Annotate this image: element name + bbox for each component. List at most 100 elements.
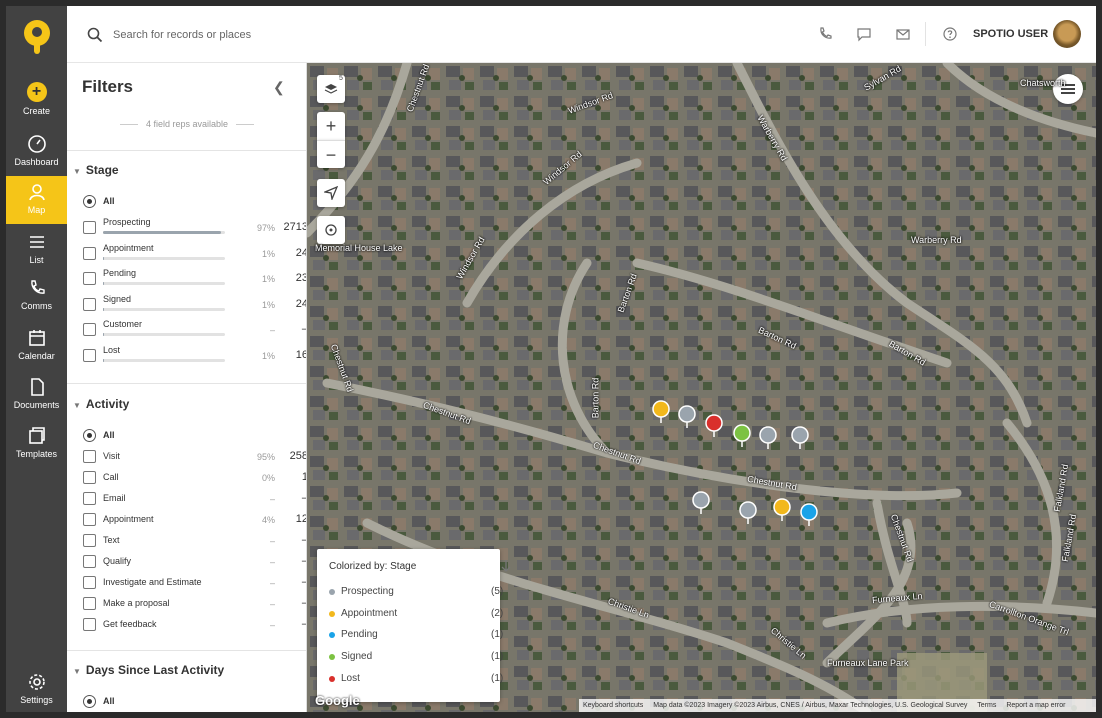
- rail-dashboard-label: Dashboard: [14, 157, 59, 167]
- checkbox[interactable]: [83, 348, 96, 362]
- radio-selected[interactable]: [83, 429, 96, 442]
- activity-option[interactable]: Text ––: [83, 533, 306, 549]
- stage-option[interactable]: Signed 1% 24: [83, 294, 306, 313]
- map-pin[interactable]: [791, 426, 809, 450]
- rail-settings[interactable]: Settings: [6, 666, 67, 712]
- map-street-label: Chatsworth: [1020, 78, 1066, 88]
- chat-icon[interactable]: [856, 26, 872, 42]
- navigation-arrow-icon: [322, 185, 339, 202]
- activity-option[interactable]: Make a proposal ––: [83, 596, 306, 612]
- map-pin[interactable]: [739, 501, 757, 525]
- map-pin[interactable]: [652, 400, 670, 424]
- activity-section-header[interactable]: ▼ Activity: [73, 397, 129, 411]
- stage-option[interactable]: Customer ––: [83, 319, 306, 338]
- stage-all-option[interactable]: All: [83, 194, 293, 210]
- avatar[interactable]: [1053, 20, 1081, 48]
- checkbox[interactable]: [83, 576, 96, 589]
- spotio-logo[interactable]: [24, 20, 50, 54]
- caret-down-icon: ▼: [73, 667, 81, 676]
- rail-create[interactable]: + Create: [6, 76, 67, 124]
- rail-list[interactable]: List: [6, 226, 67, 274]
- checkbox[interactable]: [83, 221, 96, 234]
- help-icon[interactable]: [942, 26, 958, 42]
- legend-item: Lost (1): [329, 672, 517, 686]
- user-name[interactable]: SPOTIO USER: [973, 28, 1048, 40]
- checkbox[interactable]: [83, 492, 96, 505]
- checkbox[interactable]: [83, 272, 96, 285]
- activity-option[interactable]: Call 0%1: [83, 470, 306, 486]
- stage-progress-fill: [103, 307, 105, 311]
- checkbox[interactable]: [83, 618, 96, 631]
- layers-button[interactable]: 5: [317, 75, 345, 103]
- map-pin[interactable]: [773, 498, 791, 522]
- stage-option[interactable]: Appointment 1% 24: [83, 243, 306, 262]
- stage-progress-bar: [103, 307, 225, 311]
- navigate-button[interactable]: [317, 179, 345, 207]
- arrow-down-icon[interactable]: [501, 559, 511, 573]
- rail-dashboard[interactable]: Dashboard: [6, 128, 67, 176]
- radio-selected[interactable]: [83, 695, 96, 708]
- keyboard-shortcuts-link[interactable]: Keyboard shortcuts: [583, 702, 643, 709]
- divider: [925, 22, 926, 46]
- days-section-header[interactable]: ▼ Days Since Last Activity: [73, 663, 224, 677]
- map-pin[interactable]: [733, 424, 751, 448]
- legend-color-dot: [329, 654, 335, 661]
- map-street-label: Barton Rd: [590, 377, 601, 419]
- checkbox[interactable]: [83, 323, 96, 336]
- checkbox[interactable]: [83, 597, 96, 610]
- map-street-label: Memorial House Lake: [315, 243, 403, 253]
- map-canvas[interactable]: 5 + − Chestnut Rd Windsor Rd Warberry Rd Wa…: [307, 63, 1096, 712]
- rail-calendar[interactable]: Calendar: [6, 322, 67, 370]
- report-error-link[interactable]: Report a map error: [1006, 702, 1065, 709]
- search-input[interactable]: [113, 24, 513, 46]
- radio-selected[interactable]: [83, 195, 96, 208]
- checkbox[interactable]: [83, 555, 96, 568]
- activity-option-count: –: [275, 555, 306, 567]
- legend-item-label: Signed: [341, 651, 373, 663]
- activity-option-count: –: [275, 534, 306, 546]
- map-attribution: Keyboard shortcuts Map data ©2023 Imager…: [579, 699, 1096, 712]
- activity-option[interactable]: Get feedback ––: [83, 617, 306, 633]
- activity-option[interactable]: Appointment 4% 12: [83, 512, 306, 528]
- stage-progress-bar: [103, 231, 225, 234]
- checkbox[interactable]: [83, 297, 96, 311]
- map-pin[interactable]: [692, 491, 710, 515]
- rail-comms[interactable]: Comms: [6, 272, 67, 320]
- zoom-in-button[interactable]: +: [317, 112, 345, 140]
- rail-calendar-label: Calendar: [18, 351, 55, 361]
- checkbox[interactable]: [83, 471, 96, 484]
- stage-option[interactable]: Pending 1% 23: [83, 268, 306, 287]
- stage-section-header[interactable]: ▼ Stage: [73, 163, 119, 177]
- map-pin[interactable]: [678, 405, 696, 429]
- map-pin[interactable]: [705, 414, 723, 438]
- activity-option-count: –: [275, 576, 306, 588]
- map-pin[interactable]: [800, 503, 818, 527]
- activity-all-option[interactable]: All: [83, 428, 293, 444]
- terms-link[interactable]: Terms: [977, 702, 996, 709]
- activity-option-percent: 95%: [256, 452, 275, 462]
- activity-option[interactable]: Email ––: [83, 491, 306, 507]
- days-all-option[interactable]: All: [83, 694, 293, 710]
- checkbox[interactable]: [83, 450, 96, 463]
- list-icon: [29, 236, 44, 248]
- activity-option[interactable]: Investigate and Estimate ––: [83, 575, 306, 591]
- stage-option[interactable]: Prospecting 97% 2713: [83, 217, 306, 236]
- activity-option-percent: –: [269, 494, 275, 504]
- phone-icon[interactable]: [817, 26, 833, 42]
- checkbox[interactable]: [83, 246, 96, 260]
- checkbox[interactable]: [83, 513, 96, 526]
- chevron-left-icon[interactable]: ❮: [273, 79, 285, 96]
- mail-icon[interactable]: [895, 26, 911, 42]
- rail-documents[interactable]: Documents: [6, 371, 67, 419]
- rail-map-label: Map: [27, 205, 46, 215]
- rail-templates[interactable]: Templates: [6, 420, 67, 468]
- rail-map[interactable]: Map: [6, 176, 67, 224]
- activity-option[interactable]: Visit 95% 258: [83, 449, 306, 465]
- checkbox[interactable]: [83, 534, 96, 547]
- activity-option[interactable]: Qualify ––: [83, 554, 306, 570]
- map-pin[interactable]: [759, 426, 777, 450]
- caret-down-icon: ▼: [73, 167, 81, 176]
- stage-option[interactable]: Lost 1% 16: [83, 345, 306, 364]
- zoom-out-button[interactable]: −: [317, 140, 345, 168]
- locate-button[interactable]: [317, 216, 345, 244]
